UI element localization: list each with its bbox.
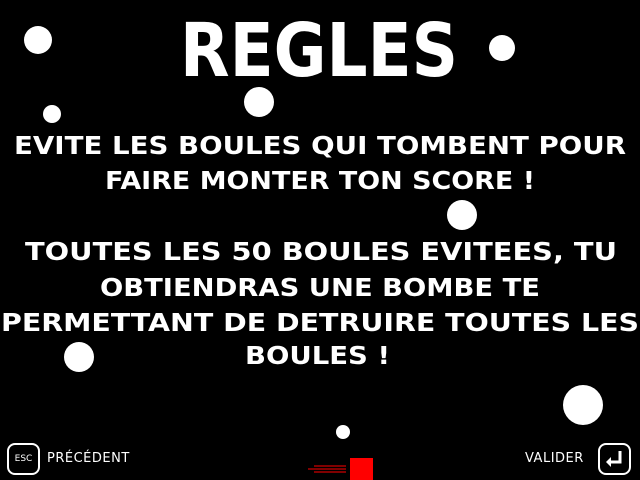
falling-ball (336, 425, 350, 439)
esc-key-label: ESC (14, 454, 33, 464)
back-label[interactable]: PRÉCÉDENT (47, 451, 130, 466)
player-motion-trail (308, 465, 346, 473)
rules-line: EVITE LES BOULES QUI TOMBENT POUR (14, 131, 626, 160)
rules-line: TOUTES LES 50 BOULES EVITEES, TU (25, 237, 617, 266)
page-title: REGLES (180, 8, 458, 94)
rules-line: OBTIENDRAS UNE BOMBE TE (100, 273, 540, 302)
confirm-label[interactable]: VALIDER (525, 451, 584, 466)
falling-ball (447, 200, 477, 230)
player-square (350, 458, 373, 480)
falling-ball (563, 385, 603, 425)
rules-screen: REGLES EVITE LES BOULES QUI TOMBENT POUR… (0, 0, 640, 480)
enter-key-button[interactable] (598, 443, 631, 475)
rules-line: PERMETTANT DE DETRUIRE TOUTES LES (1, 308, 639, 337)
falling-ball (64, 342, 94, 372)
falling-ball (24, 26, 52, 54)
rules-line: FAIRE MONTER TON SCORE ! (105, 166, 535, 195)
enter-icon (606, 451, 622, 467)
rules-line: BOULES ! (245, 341, 390, 370)
falling-ball (43, 105, 61, 123)
falling-ball (489, 35, 515, 61)
esc-key-button[interactable]: ESC (7, 443, 40, 475)
game-canvas: REGLES EVITE LES BOULES QUI TOMBENT POUR… (1, 8, 639, 480)
